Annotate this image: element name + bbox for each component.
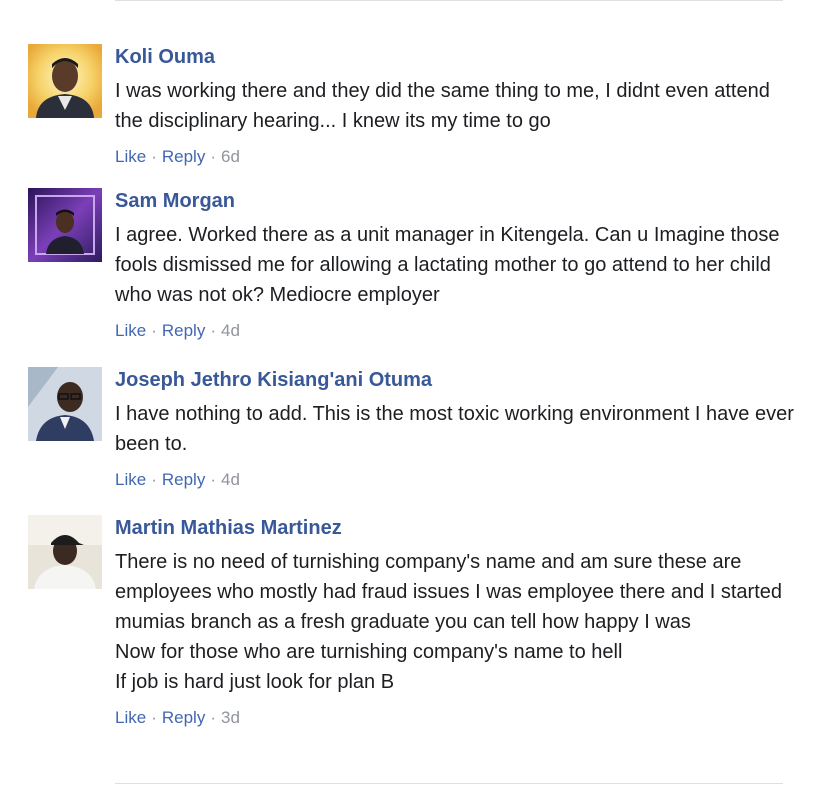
comment-text: I have nothing to add. This is the most … bbox=[115, 403, 794, 455]
separator: · bbox=[210, 708, 216, 727]
avatar-image bbox=[28, 44, 102, 118]
like-link[interactable]: Like bbox=[115, 708, 146, 727]
avatar[interactable] bbox=[28, 367, 102, 441]
separator: · bbox=[210, 147, 216, 166]
comment-timestamp[interactable]: 4d bbox=[221, 470, 240, 489]
reply-link[interactable]: Reply bbox=[162, 470, 205, 489]
comment-author[interactable]: Joseph Jethro Kisiang'ani Otuma bbox=[115, 367, 432, 393]
comment-timestamp[interactable]: 4d bbox=[221, 321, 240, 340]
comment-text: There is no need of turnishing company's… bbox=[115, 551, 783, 693]
separator: · bbox=[210, 470, 216, 489]
bottom-divider bbox=[115, 783, 783, 784]
like-link[interactable]: Like bbox=[115, 321, 146, 340]
like-link[interactable]: Like bbox=[115, 470, 146, 489]
separator: · bbox=[151, 470, 157, 489]
avatar[interactable] bbox=[28, 44, 102, 118]
like-link[interactable]: Like bbox=[115, 147, 146, 166]
comment-author[interactable]: Martin Mathias Martinez bbox=[115, 515, 342, 541]
reply-link[interactable]: Reply bbox=[162, 321, 205, 340]
separator: · bbox=[151, 321, 157, 340]
avatar-image bbox=[28, 515, 102, 589]
comment-author[interactable]: Koli Ouma bbox=[115, 44, 215, 70]
comment-timestamp[interactable]: 3d bbox=[221, 708, 240, 727]
comment-text: I agree. Worked there as a unit manager … bbox=[115, 224, 780, 306]
comment-actions: Like · Reply · 4d bbox=[115, 320, 795, 342]
separator: · bbox=[151, 708, 157, 727]
comment-actions: Like · Reply · 6d bbox=[115, 146, 795, 168]
comment-timestamp[interactable]: 6d bbox=[221, 147, 240, 166]
avatar[interactable] bbox=[28, 515, 102, 589]
separator: · bbox=[151, 147, 157, 166]
comment-actions: Like · Reply · 3d bbox=[115, 707, 795, 729]
reply-link[interactable]: Reply bbox=[162, 147, 205, 166]
separator: · bbox=[210, 321, 216, 340]
top-divider bbox=[115, 0, 783, 1]
comment-author[interactable]: Sam Morgan bbox=[115, 188, 235, 214]
reply-link[interactable]: Reply bbox=[162, 708, 205, 727]
avatar[interactable] bbox=[28, 188, 102, 262]
avatar-image bbox=[28, 367, 102, 441]
avatar-image bbox=[28, 188, 102, 262]
comment-actions: Like · Reply · 4d bbox=[115, 469, 795, 491]
comment-text: I was working there and they did the sam… bbox=[115, 80, 770, 132]
